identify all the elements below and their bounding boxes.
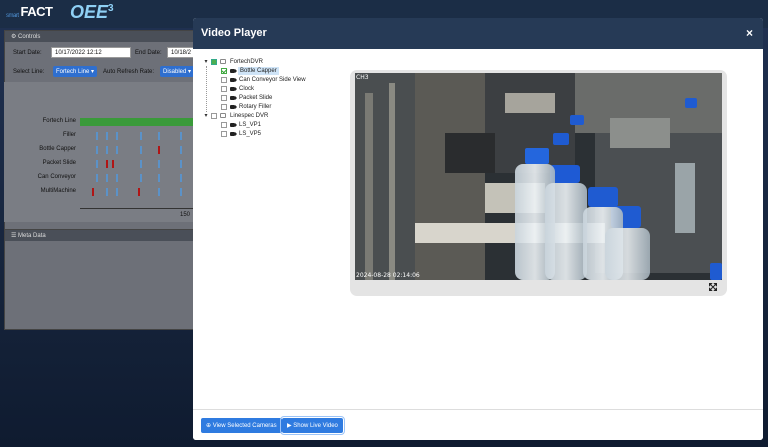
tree-node-bottle-capper[interactable]: Bottle Capper [203,67,353,76]
tree-checkbox[interactable] [221,131,227,137]
lane-label: MultiMachine [40,188,76,194]
start-date-input[interactable]: 10/17/2022 12:12 [51,47,131,58]
timeline-axis-label: 150 [180,212,191,218]
collapse-icon[interactable]: ▾ [203,113,209,119]
lane-fortech-line [80,118,194,126]
lane-can-conveyor [80,174,194,182]
meta-data-panel: ☰ Meta Data [4,229,194,330]
tree-node-label: Rotary Filler [239,104,272,110]
tree-node-label: Can Conveyor Side View [239,77,306,83]
tree-node-rotary-filler[interactable]: Rotary Filler [203,103,353,112]
tree-node-can-conveyor[interactable]: Can Conveyor Side View [203,76,353,85]
end-date-input[interactable]: 10/18/2 [167,47,195,58]
tree-node-clock[interactable]: Clock [203,85,353,94]
lane-label: Bottle Capper [39,146,76,152]
tree-node-label: Bottle Capper [238,67,279,75]
close-icon[interactable]: × [746,26,753,40]
controls-panel-header: ⚙ Controls [5,31,193,42]
camera-icon [230,123,237,127]
app-logo: smart FACT [6,4,53,19]
collapse-icon[interactable]: ▾ [203,59,209,65]
oee-logo: OEE3 [70,2,114,22]
modal-header: Video Player × [193,18,763,49]
end-date-label: End Date: [135,50,162,56]
camera-tree: ▾ FortechDVR Bottle Capper Can Conveyor … [203,58,353,139]
tree-node-label: Linespec DVR [230,113,269,119]
select-line-label: Select Line: [13,69,45,75]
modal-body: ▾ FortechDVR Bottle Capper Can Conveyor … [193,49,763,409]
lane-packet-slide [80,160,194,168]
tree-checkbox[interactable] [221,86,227,92]
caret-down-icon: ▾ [91,69,95,75]
channel-label: CH3 [356,74,369,81]
tree-node-label: LS_VP5 [239,131,262,137]
settings-icon: ⚙ [11,34,19,40]
tree-checkbox[interactable] [221,104,227,110]
camera-icon [230,69,237,73]
tree-node-ls-vp1[interactable]: LS_VP1 [203,121,353,130]
tree-checkbox[interactable] [221,68,227,74]
video-frame: CH3 2024-08-28 02:14:06 [350,70,727,296]
list-icon: ☰ [11,233,19,239]
modal-title: Video Player [201,27,267,39]
lane-multimachine [80,188,194,196]
video-timestamp: 2024-08-28 02:14:06 [356,272,420,279]
video-player-modal: Video Player × ▾ FortechDVR Bottle Cappe… [193,18,763,440]
select-line-dropdown[interactable]: Fortech Line ▾ [53,66,98,77]
camera-icon [230,105,237,109]
video-scene [355,73,722,280]
camera-icon [230,87,237,91]
fullscreen-icon[interactable] [709,283,717,291]
camera-icon [230,78,237,82]
tree-node-fortechdvr[interactable]: ▾ FortechDVR [203,58,353,67]
tree-node-packet-slide[interactable]: Packet Slide [203,94,353,103]
lane-label: Can Conveyor [37,174,76,180]
tree-node-label: FortechDVR [230,59,264,65]
show-live-video-button[interactable]: ▶ Show Live Video [280,416,345,435]
auto-refresh-dropdown[interactable]: Disabled ▾ [160,66,195,77]
lane-label: Filler [63,132,76,138]
lane-filler [80,132,194,140]
start-date-label: Start Date: [13,50,42,56]
caret-down-icon: ▾ [188,69,192,75]
timeline-chart: Fortech Line Filler Bottle Capper Packet… [4,82,194,222]
tree-checkbox[interactable] [221,95,227,101]
video-feed[interactable]: CH3 2024-08-28 02:14:06 [355,73,722,280]
timeline-axis [80,208,194,209]
folder-icon [220,113,226,118]
tree-checkbox[interactable] [221,77,227,83]
tree-checkbox[interactable] [211,113,217,119]
tree-checkbox[interactable] [221,122,227,128]
view-selected-cameras-button[interactable]: ⊕ View Selected Cameras [201,418,282,433]
tree-node-label: LS_VP1 [239,122,262,128]
camera-icon [230,132,237,136]
tree-node-linespec-dvr[interactable]: ▾ Linespec DVR [203,112,353,121]
plus-circle-icon: ⊕ [206,423,213,429]
tree-node-ls-vp5[interactable]: LS_VP5 [203,130,353,139]
lane-label: Fortech Line [42,118,76,124]
lane-bottle-capper [80,146,194,154]
meta-data-header: ☰ Meta Data [5,230,193,241]
camera-icon [230,96,237,100]
folder-icon [220,59,226,64]
tree-guide-line [206,66,207,112]
tree-node-label: Clock [239,86,255,92]
tree-node-label: Packet Slide [239,95,273,101]
auto-refresh-label: Auto Refresh Rate: [103,69,155,75]
tree-checkbox[interactable] [211,59,217,65]
modal-footer: ⊕ View Selected Cameras ▶ Show Live Vide… [193,409,763,440]
lane-label: Packet Slide [42,160,76,166]
